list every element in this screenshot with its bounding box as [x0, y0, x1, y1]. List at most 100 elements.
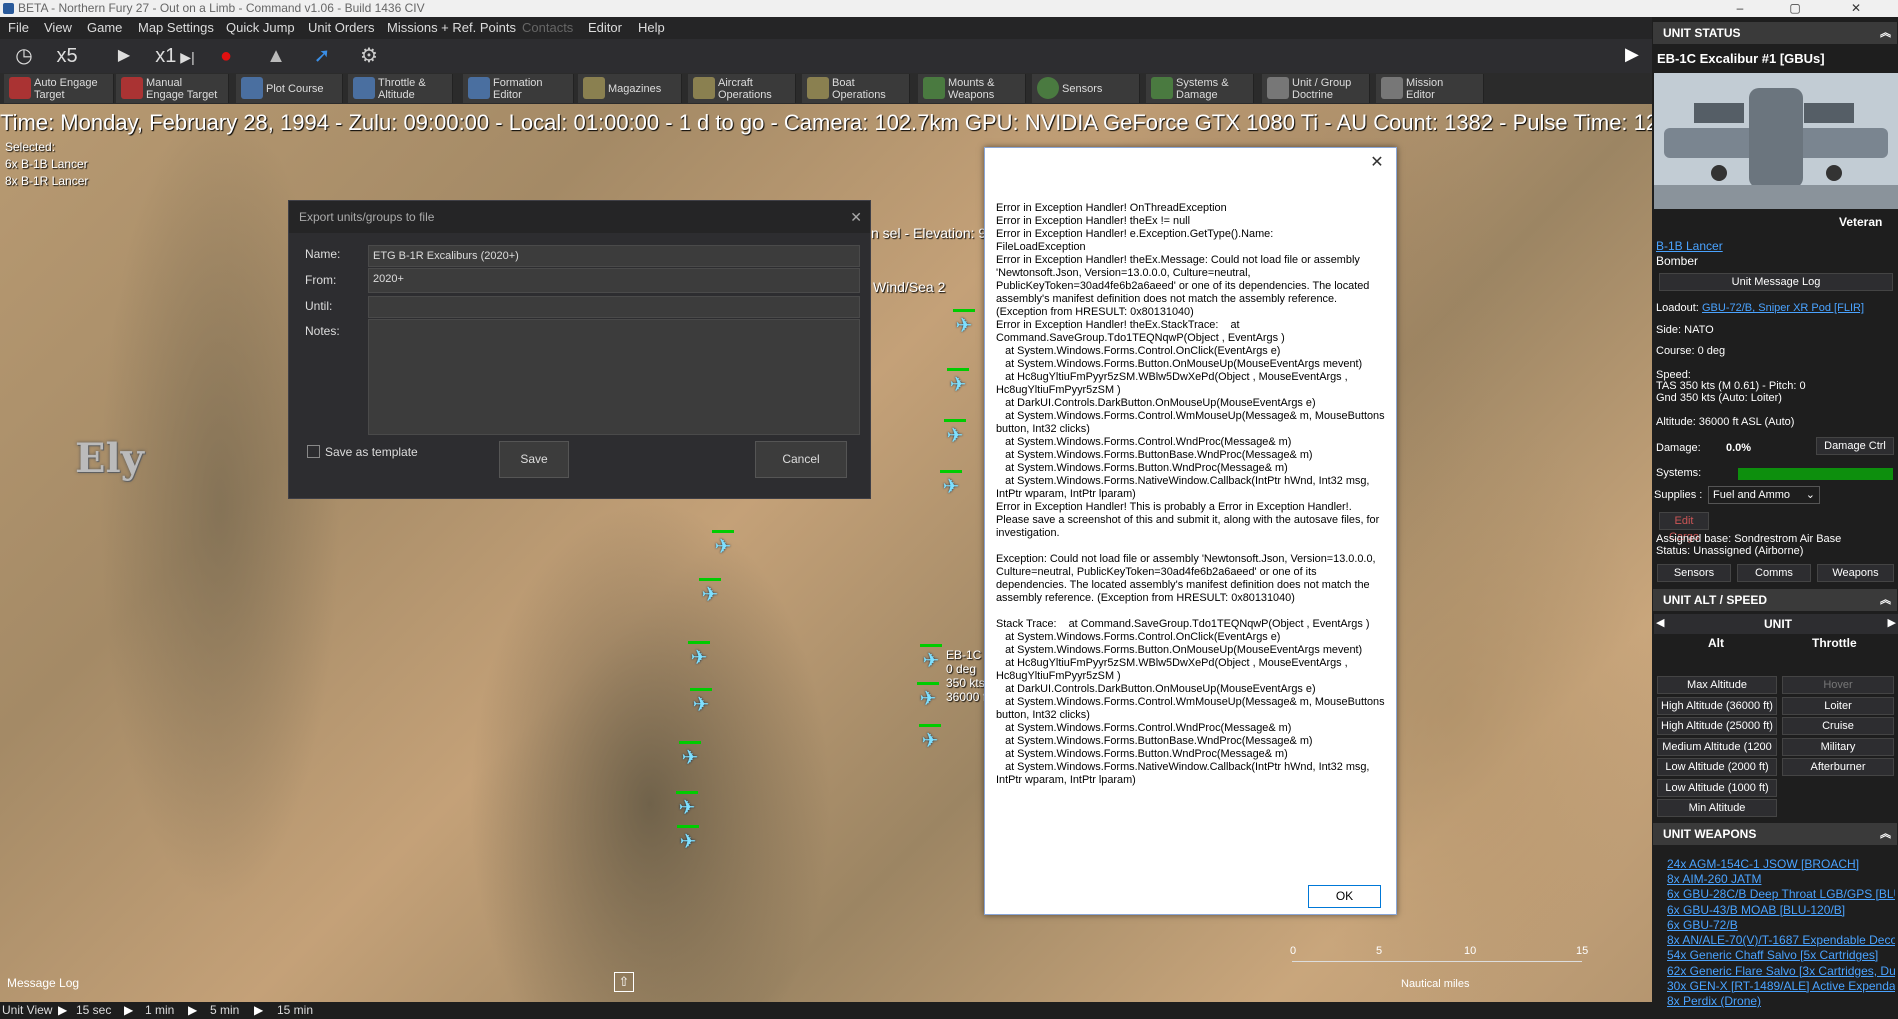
- plot-course-button[interactable]: Plot Course: [236, 74, 343, 103]
- save-button[interactable]: Save: [499, 441, 569, 478]
- unit-view-label[interactable]: Unit View: [2, 1002, 52, 1019]
- terrain-icon[interactable]: ▲: [260, 43, 292, 69]
- map-unit[interactable]: ✈: [710, 530, 736, 560]
- name-field[interactable]: ETG B-1R Excaliburs (2020+): [368, 245, 860, 267]
- weapon-item[interactable]: 6x GBU-72/B: [1667, 918, 1895, 933]
- menu-file[interactable]: File: [8, 20, 29, 35]
- close-icon[interactable]: ✕: [850, 201, 862, 233]
- cancel-button[interactable]: Cancel: [755, 441, 847, 478]
- map-unit[interactable]: ✈: [697, 578, 723, 608]
- menu-contacts[interactable]: Contacts: [522, 20, 573, 35]
- throttle-cruise-button[interactable]: Cruise: [1782, 717, 1894, 735]
- sensors-button[interactable]: Sensors: [1657, 564, 1731, 582]
- weapon-item[interactable]: 30x GEN-X [RT-1489/ALE] Active Expendal: [1667, 979, 1895, 994]
- map-unit[interactable]: ✈: [675, 825, 701, 855]
- formation-editor-button[interactable]: Formation Editor: [463, 74, 574, 103]
- menu-game[interactable]: Game: [87, 20, 122, 35]
- weapon-item[interactable]: 62x Generic Flare Salvo [3x Cartridges, …: [1667, 964, 1895, 979]
- map-unit-selected[interactable]: ✈: [918, 644, 944, 674]
- throttle-military-button[interactable]: Military: [1782, 738, 1894, 756]
- weapon-item[interactable]: 8x Perdix (Drone): [1667, 994, 1895, 1009]
- ok-button[interactable]: OK: [1308, 885, 1381, 908]
- panel-toggle-icon[interactable]: ▶: [1625, 44, 1639, 65]
- alt-medium-button[interactable]: Medium Altitude (1200: [1657, 738, 1777, 756]
- systems-damage-button[interactable]: Systems & Damage: [1146, 74, 1254, 103]
- weapon-item[interactable]: 6x GBU-28C/B Deep Throat LGB/GPS [BLU: [1667, 887, 1895, 902]
- edit-cargo-button[interactable]: Edit Cargo: [1659, 512, 1709, 543]
- alt-min-button[interactable]: Min Altitude: [1657, 799, 1777, 817]
- map-unit[interactable]: ✈: [677, 741, 703, 771]
- weapon-item[interactable]: 8x AN/ALE-70(V)/T-1687 Expendable Deco: [1667, 933, 1895, 948]
- message-log[interactable]: Message Log: [0, 970, 640, 996]
- menu-quick-jump[interactable]: Quick Jump: [226, 20, 295, 35]
- clock-icon[interactable]: ◷: [10, 43, 38, 69]
- weapon-item[interactable]: 6x GBU-43/B MOAB [BLU-120/B]: [1667, 903, 1895, 918]
- alt-speed-header[interactable]: UNIT ALT / SPEED ︽: [1653, 589, 1897, 611]
- throttle-loiter-button[interactable]: Loiter: [1782, 697, 1894, 715]
- doctrine-button[interactable]: Unit / Group Doctrine: [1262, 74, 1370, 103]
- auto-engage-button[interactable]: Auto Engage Target: [4, 74, 114, 103]
- interval-15sec[interactable]: 15 sec: [76, 1002, 111, 1019]
- close-icon[interactable]: ✕: [1366, 152, 1388, 174]
- unit-status-header[interactable]: UNIT STATUS ︽: [1653, 22, 1897, 44]
- map-unit[interactable]: ✈: [915, 682, 941, 712]
- cursor-icon[interactable]: ➚: [308, 43, 336, 69]
- weapon-item[interactable]: 24x AGM-154C-1 JSOW [BROACH]: [1667, 857, 1895, 872]
- notes-field[interactable]: [368, 319, 860, 435]
- menu-map-settings[interactable]: Map Settings: [138, 20, 214, 35]
- interval-1min[interactable]: 1 min: [145, 1002, 174, 1019]
- supplies-select[interactable]: Fuel and Ammo ⌄: [1708, 486, 1820, 504]
- menu-missions[interactable]: Missions + Ref. Points: [387, 20, 516, 35]
- damage-ctrl-button[interactable]: Damage Ctrl: [1816, 437, 1894, 455]
- mission-editor-button[interactable]: Mission Editor: [1376, 74, 1484, 103]
- menu-unit-orders[interactable]: Unit Orders: [308, 20, 374, 35]
- menu-help[interactable]: Help: [638, 20, 665, 35]
- map-unit[interactable]: ✈: [688, 688, 714, 718]
- speed-step[interactable]: x1 ▶|: [150, 43, 200, 69]
- map-unit[interactable]: ✈: [938, 470, 964, 500]
- magazines-button[interactable]: Magazines: [578, 74, 682, 103]
- aircraft-ops-button[interactable]: Aircraft Operations: [688, 74, 796, 103]
- time-compression[interactable]: x5: [48, 43, 86, 69]
- manual-engage-button[interactable]: Manual Engage Target: [116, 74, 229, 103]
- map-unit[interactable]: ✈: [945, 368, 971, 398]
- nav-right-icon[interactable]: ▶: [1888, 616, 1896, 629]
- record-icon[interactable]: ●: [214, 43, 238, 69]
- boat-ops-button[interactable]: Boat Operations: [802, 74, 910, 103]
- maximize-button[interactable]: ▢: [1775, 0, 1815, 17]
- weapon-item[interactable]: 54x Generic Chaff Salvo [5x Cartridges]: [1667, 948, 1895, 963]
- alt-max-button[interactable]: Max Altitude: [1657, 676, 1777, 694]
- throttle-hover-button[interactable]: Hover: [1782, 676, 1894, 694]
- loadout-link[interactable]: GBU-72/B, Sniper XR Pod [FLIR]: [1702, 302, 1892, 314]
- interval-15min[interactable]: 15 min: [277, 1002, 313, 1019]
- expand-log-icon[interactable]: ⇧: [614, 972, 634, 992]
- map-unit[interactable]: ✈: [674, 791, 700, 821]
- from-field[interactable]: 2020+: [368, 268, 860, 293]
- unit-class-link[interactable]: B-1B Lancer: [1656, 239, 1723, 253]
- throttle-altitude-button[interactable]: Throttle & Altitude: [348, 74, 453, 103]
- comms-button[interactable]: Comms: [1737, 564, 1811, 582]
- sensors-button[interactable]: Sensors: [1032, 74, 1140, 103]
- map-unit[interactable]: ✈: [942, 419, 968, 449]
- nav-left-icon[interactable]: ◀: [1656, 616, 1664, 629]
- mounts-weapons-button[interactable]: Mounts & Weapons: [918, 74, 1026, 103]
- alt-high-36000-button[interactable]: High Altitude (36000 ft): [1657, 697, 1777, 715]
- minimize-button[interactable]: –: [1720, 0, 1760, 17]
- alt-high-25000-button[interactable]: High Altitude (25000 ft): [1657, 717, 1777, 735]
- map-unit[interactable]: ✈: [917, 724, 943, 754]
- play-icon[interactable]: ▶: [110, 43, 138, 69]
- throttle-afterburner-button[interactable]: Afterburner: [1782, 758, 1894, 776]
- gear-icon[interactable]: ⚙: [354, 43, 384, 69]
- close-window-button[interactable]: ✕: [1836, 0, 1876, 17]
- map-unit[interactable]: ✈: [951, 309, 977, 339]
- unit-weapons-header[interactable]: UNIT WEAPONS ︽: [1653, 823, 1897, 845]
- interval-5min[interactable]: 5 min: [210, 1002, 239, 1019]
- map-unit[interactable]: ✈: [686, 641, 712, 671]
- until-field[interactable]: [368, 296, 860, 318]
- weapons-button[interactable]: Weapons: [1817, 564, 1894, 582]
- alt-low-2000-button[interactable]: Low Altitude (2000 ft): [1657, 758, 1777, 776]
- unit-message-log-button[interactable]: Unit Message Log: [1659, 273, 1893, 291]
- weapon-item[interactable]: 8x AIM-260 JATM: [1667, 872, 1895, 887]
- menu-view[interactable]: View: [44, 20, 72, 35]
- menu-editor[interactable]: Editor: [588, 20, 622, 35]
